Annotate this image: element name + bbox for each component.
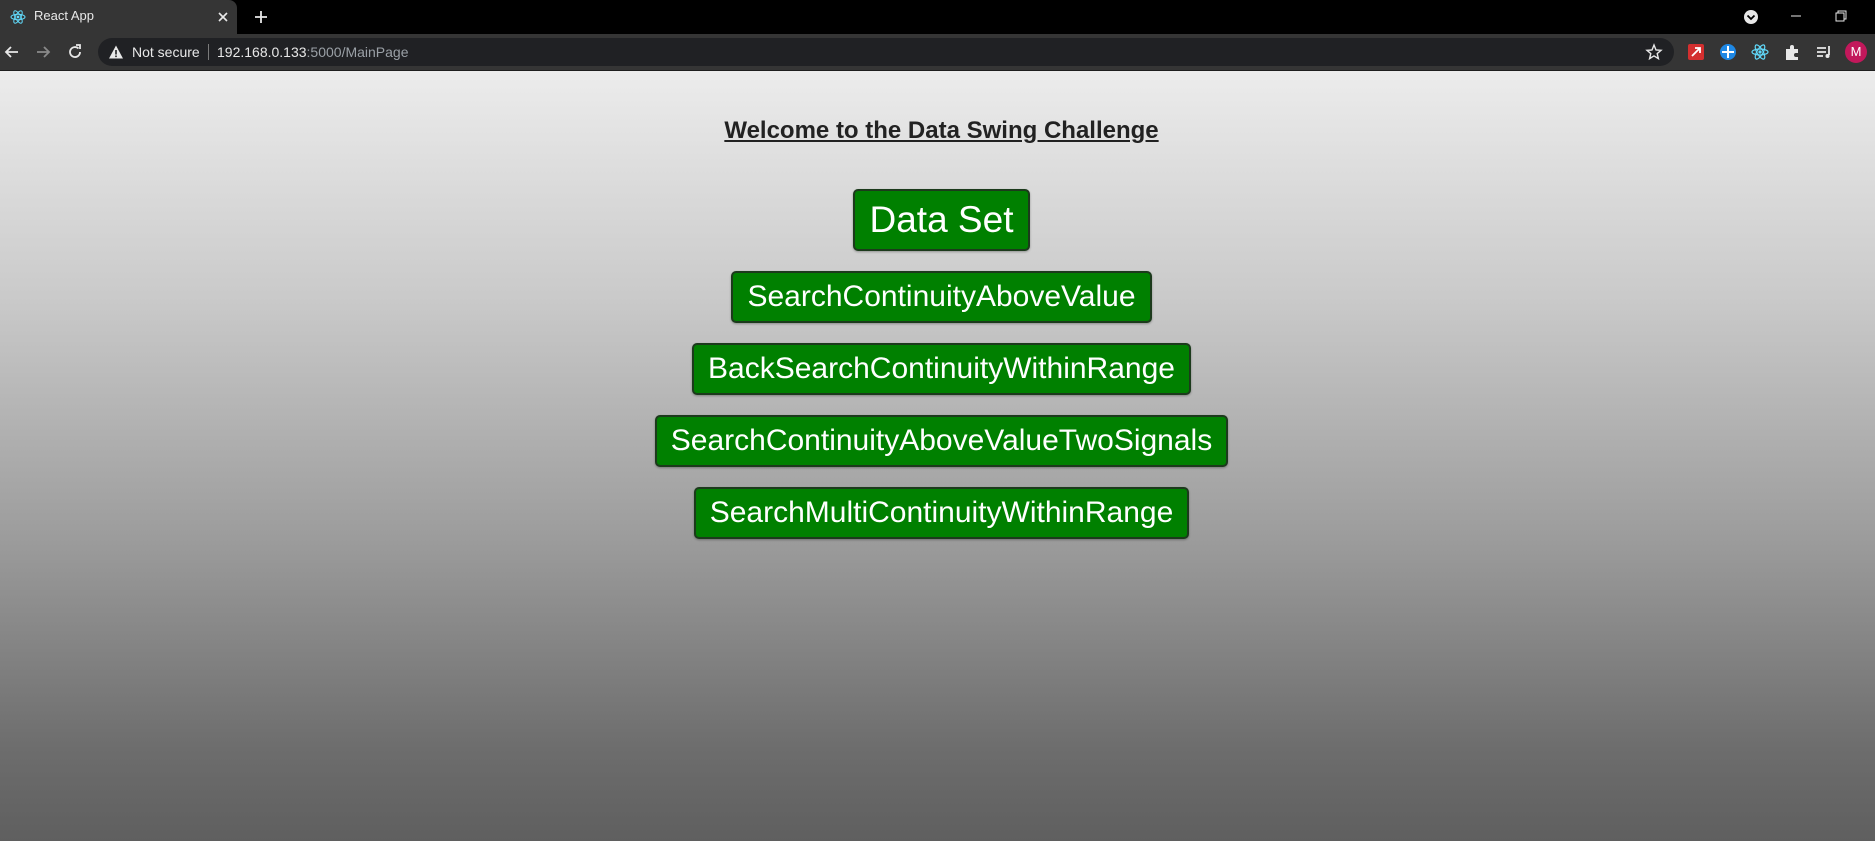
url-text[interactable]: 192.168.0.133:5000/MainPage xyxy=(217,44,409,60)
page-title: Welcome to the Data Swing Challenge xyxy=(724,117,1159,144)
media-queue-icon[interactable] xyxy=(1813,41,1835,63)
tab-strip: React App xyxy=(0,0,1875,34)
forward-arrow-icon[interactable] xyxy=(33,42,53,62)
back-arrow-icon[interactable] xyxy=(2,42,22,62)
address-bar[interactable]: Not secure 192.168.0.133:5000/MainPage xyxy=(98,38,1674,66)
reload-icon[interactable] xyxy=(65,42,85,62)
page-content: Welcome to the Data Swing Challenge Data… xyxy=(0,71,1875,841)
url-path: :5000/MainPage xyxy=(306,44,409,60)
close-tab-icon[interactable] xyxy=(215,9,231,25)
address-divider xyxy=(208,44,209,60)
extensions-puzzle-icon[interactable] xyxy=(1781,41,1803,63)
restore-window-icon[interactable] xyxy=(1831,6,1851,26)
extension-react-devtools-icon[interactable] xyxy=(1749,41,1771,63)
browser-window: React App Not secure 192.168.0.133:5000/… xyxy=(0,0,1875,841)
tab-search-icon[interactable] xyxy=(1742,8,1760,26)
tab-title: React App xyxy=(34,8,94,23)
extension-red-arrow-icon[interactable] xyxy=(1685,41,1707,63)
search-multi-continuity-within-range-button[interactable]: SearchMultiContinuityWithinRange xyxy=(693,487,1190,539)
profile-avatar[interactable]: M xyxy=(1845,41,1867,63)
minimize-icon[interactable] xyxy=(1786,6,1806,26)
extension-blue-cross-icon[interactable] xyxy=(1717,41,1739,63)
search-continuity-above-value-button[interactable]: SearchContinuityAboveValue xyxy=(731,271,1152,323)
back-search-continuity-within-range-button[interactable]: BackSearchContinuityWithinRange xyxy=(692,343,1191,395)
warning-triangle-icon[interactable] xyxy=(108,44,124,60)
search-continuity-above-value-two-signals-button[interactable]: SearchContinuityAboveValueTwoSignals xyxy=(654,415,1229,467)
browser-toolbar: Not secure 192.168.0.133:5000/MainPage M xyxy=(0,34,1875,71)
button-stack: Data Set SearchContinuityAboveValue Back… xyxy=(0,189,1875,539)
url-host: 192.168.0.133 xyxy=(217,44,307,60)
new-tab-icon[interactable] xyxy=(252,8,270,26)
security-status-text[interactable]: Not secure xyxy=(132,44,200,60)
data-set-button[interactable]: Data Set xyxy=(852,189,1031,251)
browser-tab[interactable]: React App xyxy=(0,0,237,34)
bookmark-star-icon[interactable] xyxy=(1645,43,1663,61)
react-atom-icon xyxy=(10,10,26,24)
